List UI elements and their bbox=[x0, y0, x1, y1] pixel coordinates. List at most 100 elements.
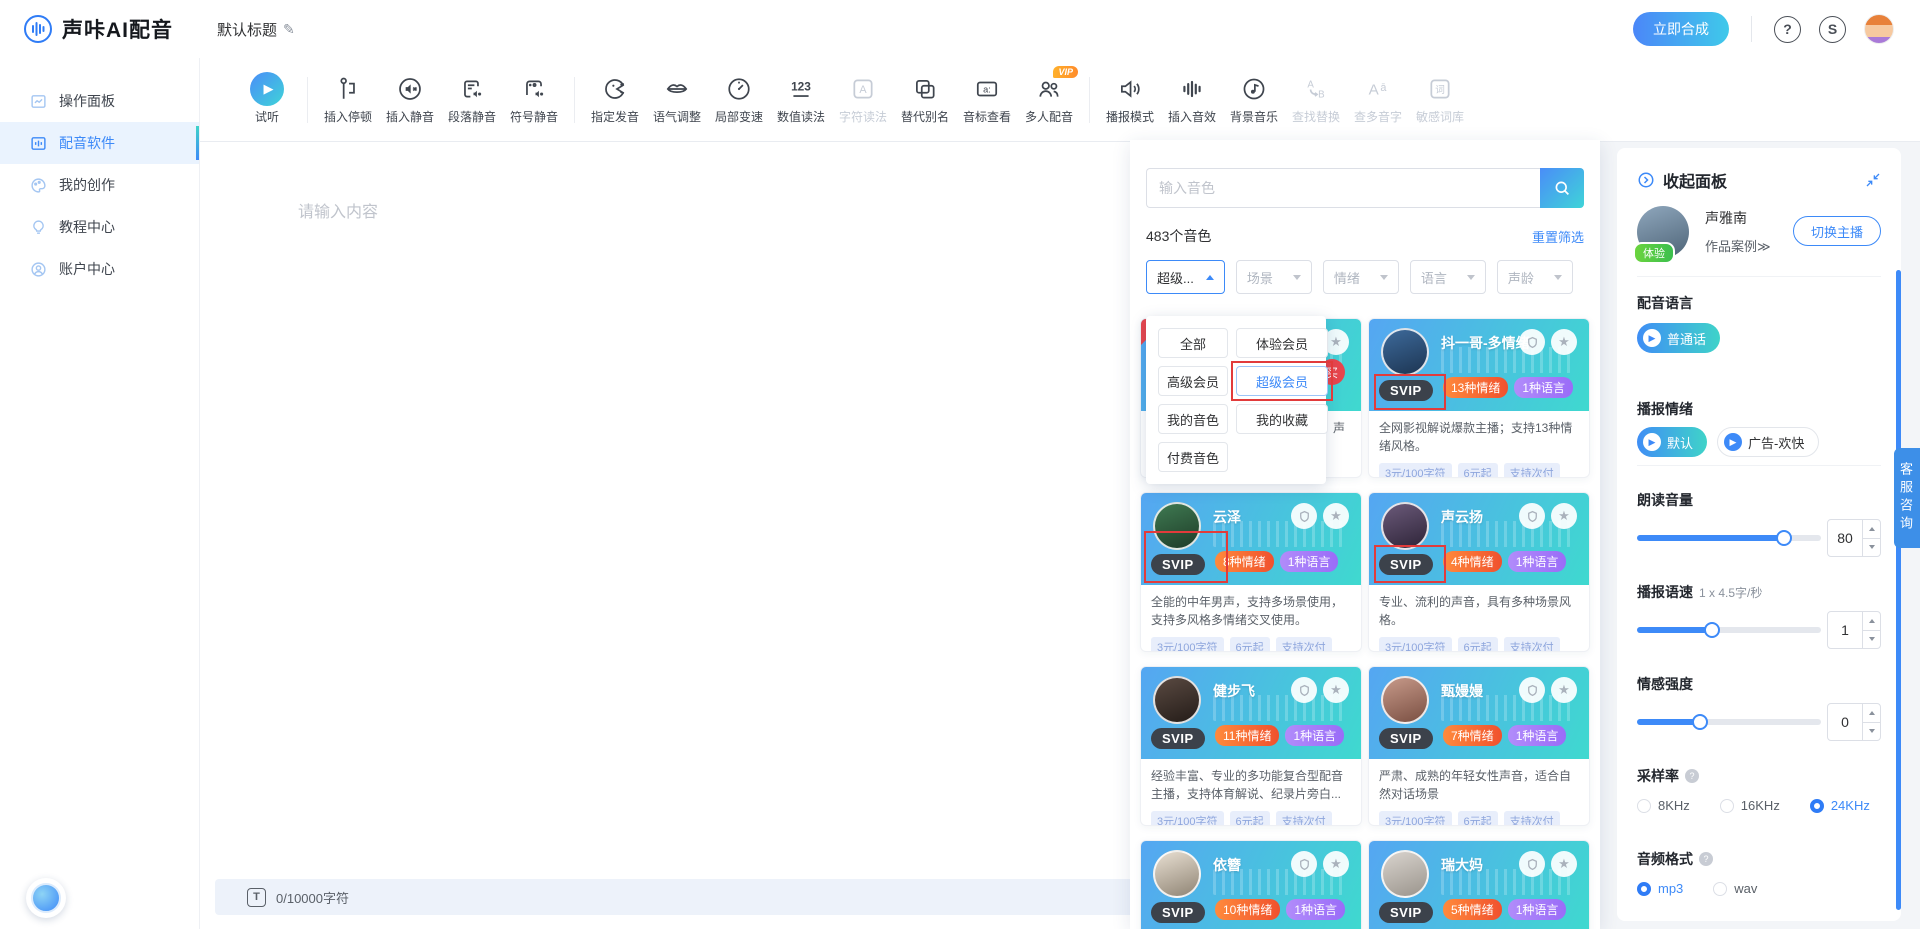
customer-service-tab[interactable]: 客服咨询 bbox=[1894, 448, 1920, 548]
star-icon[interactable]: ★ bbox=[1551, 677, 1577, 703]
feedback-icon bbox=[31, 883, 61, 913]
toolbar-item-local-speed[interactable]: 局部变速 bbox=[708, 75, 770, 125]
voice-card-jianbufei[interactable]: 健步飞 ★ SVIP 11种情绪 1种语言 经验丰富、专业的多功能复合型配音主播… bbox=[1140, 666, 1362, 826]
emotion-pill-ad-happy[interactable]: ▶ 广告-欢快 bbox=[1717, 427, 1819, 457]
speed-input[interactable]: 1 bbox=[1827, 611, 1881, 649]
intensity-slider[interactable] bbox=[1637, 719, 1821, 725]
radio-wav[interactable]: wav bbox=[1713, 881, 1757, 896]
switch-host-button[interactable]: 切换主播 bbox=[1793, 216, 1881, 246]
radio-mp3[interactable]: mp3 bbox=[1637, 881, 1683, 896]
volume-slider[interactable] bbox=[1637, 535, 1821, 541]
shield-icon[interactable] bbox=[1519, 851, 1545, 877]
sidebar-item-tutorials[interactable]: 教程中心 bbox=[0, 206, 199, 248]
panel-scrollbar[interactable] bbox=[1896, 270, 1901, 910]
dropdown-option-paid-voices[interactable]: 付费音色 bbox=[1158, 442, 1228, 472]
chevron-down-icon bbox=[1554, 275, 1562, 280]
service-icon[interactable]: S bbox=[1819, 16, 1846, 43]
insert-pause-icon bbox=[335, 75, 361, 103]
dropdown-option-premium-member[interactable]: 高级会员 bbox=[1158, 366, 1228, 396]
radio-8khz[interactable]: 8KHz bbox=[1637, 798, 1690, 813]
star-icon[interactable]: ★ bbox=[1323, 851, 1349, 877]
price-tag: 3元/100字符 bbox=[1379, 811, 1452, 826]
collapse-panel-label[interactable]: 收起面板 bbox=[1663, 168, 1727, 192]
toolbar-item-insert-sfx[interactable]: 插入音效 bbox=[1161, 75, 1223, 125]
user-avatar[interactable] bbox=[1864, 14, 1894, 44]
voice-card-douyige[interactable]: 抖一哥-多情绪 ★ SVIP 13种情绪 1种语言 全网影视解说爆款主播；支持1… bbox=[1368, 318, 1590, 478]
shield-icon[interactable] bbox=[1291, 503, 1317, 529]
voice-search-input[interactable] bbox=[1146, 168, 1540, 208]
filter-language[interactable]: 语言 bbox=[1410, 260, 1486, 294]
edit-title-icon[interactable]: ✎ bbox=[283, 21, 295, 38]
synthesize-button[interactable]: 立即合成 bbox=[1633, 12, 1729, 46]
filter-voice-age[interactable]: 声龄 bbox=[1497, 260, 1573, 294]
dropdown-option-all[interactable]: 全部 bbox=[1158, 328, 1228, 358]
shield-icon[interactable] bbox=[1519, 677, 1545, 703]
shield-icon[interactable] bbox=[1519, 503, 1545, 529]
increment-button[interactable] bbox=[1863, 520, 1880, 539]
toolbar-item-insert-pause[interactable]: 插入停顿 bbox=[317, 75, 379, 125]
decrement-button[interactable] bbox=[1863, 631, 1880, 649]
dropdown-option-my-voices[interactable]: 我的音色 bbox=[1158, 404, 1228, 434]
feedback-float-button[interactable] bbox=[26, 878, 66, 918]
volume-slider-handle[interactable] bbox=[1776, 530, 1792, 546]
toolbar-item-alias[interactable]: 替代别名 bbox=[894, 75, 956, 125]
shield-icon[interactable] bbox=[1291, 851, 1317, 877]
intensity-slider-handle[interactable] bbox=[1692, 714, 1708, 730]
reset-filters-link[interactable]: 重置筛选 bbox=[1532, 227, 1584, 246]
radio-16khz[interactable]: 16KHz bbox=[1720, 798, 1780, 813]
toolbar-item-symbol-silence[interactable]: 符号静音 bbox=[503, 75, 565, 125]
speed-slider[interactable] bbox=[1637, 627, 1821, 633]
shield-icon[interactable] bbox=[1291, 677, 1317, 703]
increment-button[interactable] bbox=[1863, 704, 1880, 723]
intensity-input[interactable]: 0 bbox=[1827, 703, 1881, 741]
voice-card-yizan[interactable]: 依簪 ★ SVIP 10种情绪 1种语言 bbox=[1140, 840, 1362, 929]
toolbar-item-tone-adjust[interactable]: 语气调整 bbox=[646, 75, 708, 125]
star-icon[interactable]: ★ bbox=[1551, 851, 1577, 877]
toolbar-item-multi-voice[interactable]: VIP 多人配音 bbox=[1018, 75, 1080, 125]
voice-card-shengyunyang[interactable]: 声云扬 ★ SVIP 4种情绪 1种语言 专业、流利的声音，具有多种场景风格。 … bbox=[1368, 492, 1590, 652]
toolbar-item-insert-silence[interactable]: 插入静音 bbox=[379, 75, 441, 125]
collapse-arrows-icon[interactable] bbox=[1865, 172, 1881, 188]
dropdown-option-my-favorites[interactable]: 我的收藏 bbox=[1236, 404, 1328, 434]
filter-emotion[interactable]: 情绪 bbox=[1323, 260, 1399, 294]
dropdown-option-trial-member[interactable]: 体验会员 bbox=[1236, 328, 1328, 358]
help-icon[interactable]: ? bbox=[1699, 852, 1713, 866]
sidebar-item-my-creations[interactable]: 我的创作 bbox=[0, 164, 199, 206]
speed-slider-handle[interactable] bbox=[1704, 622, 1720, 638]
voice-card-yunze[interactable]: 云泽 ★ SVIP 8种情绪 1种语言 全能的中年男声，支持多场景使用，支持多风… bbox=[1140, 492, 1362, 652]
toolbar-item-number-reading[interactable]: 123 数值读法 bbox=[770, 75, 832, 125]
star-icon[interactable]: ★ bbox=[1551, 329, 1577, 355]
star-icon[interactable]: ★ bbox=[1323, 503, 1349, 529]
toolbar-item-broadcast-mode[interactable]: 播报模式 bbox=[1099, 75, 1161, 125]
dropdown-option-super-member[interactable]: 超级会员 bbox=[1236, 366, 1328, 396]
emotion-pill-default[interactable]: ▶ 默认 bbox=[1637, 427, 1707, 457]
toolbar-item-preview[interactable]: ▶ 试听 bbox=[236, 75, 298, 125]
decrement-button[interactable] bbox=[1863, 539, 1880, 557]
search-button[interactable] bbox=[1540, 168, 1584, 208]
shield-icon[interactable] bbox=[1519, 329, 1545, 355]
filter-membership[interactable]: 超级... bbox=[1146, 260, 1225, 294]
toolbar-item-bgm[interactable]: 背景音乐 bbox=[1223, 75, 1285, 125]
toolbar-item-specify-pronunciation[interactable]: 指定发音 bbox=[584, 75, 646, 125]
filter-scene[interactable]: 场景 bbox=[1236, 260, 1312, 294]
price-tag: 6元起 bbox=[1458, 811, 1498, 826]
toolbar-item-paragraph-silence[interactable]: 段落静音 bbox=[441, 75, 503, 125]
sidebar-item-dubbing-software[interactable]: 配音软件 bbox=[0, 122, 199, 164]
char-reading-icon: A bbox=[850, 75, 876, 103]
portfolio-link[interactable]: 作品案例≫ bbox=[1705, 236, 1771, 255]
radio-24khz[interactable]: 24KHz bbox=[1810, 798, 1870, 813]
star-icon[interactable]: ★ bbox=[1323, 677, 1349, 703]
language-pill-mandarin[interactable]: ▶ 普通话 bbox=[1637, 323, 1720, 353]
help-icon[interactable]: ? bbox=[1685, 769, 1699, 783]
voice-card-ruidama[interactable]: 瑞大妈 ★ SVIP 5种情绪 1种语言 bbox=[1368, 840, 1590, 929]
increment-button[interactable] bbox=[1863, 612, 1880, 631]
sidebar-item-account[interactable]: 账户中心 bbox=[0, 248, 199, 290]
voice-card-zhenmanman[interactable]: 甄嫚嫚 ★ SVIP 7种情绪 1种语言 严肃、成熟的年轻女性声音，适合自然对话… bbox=[1368, 666, 1590, 826]
volume-input[interactable]: 80 bbox=[1827, 519, 1881, 557]
svg-text:ā: ā bbox=[1380, 82, 1387, 94]
star-icon[interactable]: ★ bbox=[1551, 503, 1577, 529]
decrement-button[interactable] bbox=[1863, 723, 1880, 741]
toolbar-item-phonetic-view[interactable]: a: 音标查看 bbox=[956, 75, 1018, 125]
help-icon[interactable]: ? bbox=[1774, 16, 1801, 43]
sidebar-item-dashboard[interactable]: 操作面板 bbox=[0, 80, 199, 122]
